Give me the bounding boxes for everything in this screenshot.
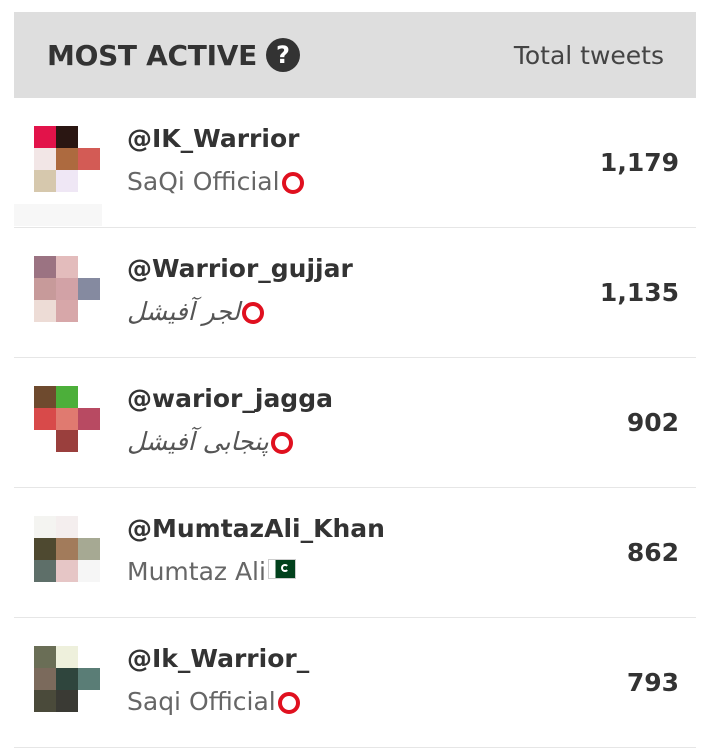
tweet-count: 1,135 [599, 278, 679, 307]
tweet-count: 1,179 [599, 148, 679, 177]
list-item[interactable]: @warior_jagga پنجابی آفیشل 902 [14, 358, 696, 488]
tweet-count: 902 [626, 408, 679, 437]
question-circle-icon[interactable]: ? [265, 38, 300, 72]
red-circle-icon [242, 302, 265, 324]
list-item[interactable]: @Warrior_gujjar لجر آفیشل 1,135 [14, 228, 696, 358]
list-item[interactable]: @MumtazAli_Khan Mumtaz Ali 862 [14, 488, 696, 618]
avatar-shadow [14, 204, 102, 226]
display-name: SaQi Official [127, 164, 304, 200]
display-name: لجر آفیشل [127, 294, 353, 330]
red-circle-icon [277, 692, 300, 714]
display-name-text: SaQi Official [127, 167, 280, 196]
tweet-count: 862 [626, 538, 679, 567]
list-item[interactable]: @IK_Warrior SaQi Official 1,179 [14, 98, 696, 228]
avatar[interactable] [34, 126, 100, 192]
display-name: Saqi Official [127, 684, 309, 720]
user-handle[interactable]: @MumtazAli_Khan [127, 512, 385, 546]
user-handle[interactable]: @Warrior_gujjar [127, 252, 353, 286]
most-active-panel: MOST ACTIVE ? Total tweets @IK_Warrior S… [14, 12, 696, 748]
red-circle-icon [270, 432, 293, 454]
user-names: @IK_Warrior SaQi Official [127, 122, 304, 200]
display-name: Mumtaz Ali [127, 554, 385, 590]
red-circle-icon [281, 172, 304, 194]
display-name: پنجابی آفیشل [127, 424, 333, 460]
user-handle[interactable]: @IK_Warrior [127, 122, 304, 156]
pakistan-flag-icon [267, 559, 296, 579]
panel-header: MOST ACTIVE ? Total tweets [14, 12, 696, 98]
display-name-text: Saqi Official [127, 687, 276, 716]
total-tweets-label: Total tweets [513, 40, 664, 70]
display-name-text: لجر آفیشل [127, 297, 241, 326]
panel-title: MOST ACTIVE [47, 38, 257, 72]
header-left: MOST ACTIVE ? [47, 38, 300, 72]
user-names: @Warrior_gujjar لجر آفیشل [127, 252, 353, 330]
avatar[interactable] [34, 386, 100, 452]
user-names: @Ik_Warrior_ Saqi Official [127, 642, 309, 720]
tweet-count: 793 [626, 668, 679, 697]
avatar[interactable] [34, 256, 100, 322]
user-handle[interactable]: @warior_jagga [127, 382, 333, 416]
display-name-text: پنجابی آفیشل [127, 427, 269, 456]
display-name-text: Mumtaz Ali [127, 557, 266, 586]
user-handle[interactable]: @Ik_Warrior_ [127, 642, 309, 676]
list-item[interactable]: @Ik_Warrior_ Saqi Official 793 [14, 618, 696, 748]
avatar[interactable] [34, 516, 100, 582]
user-names: @MumtazAli_Khan Mumtaz Ali [127, 512, 385, 590]
user-names: @warior_jagga پنجابی آفیشل [127, 382, 333, 460]
avatar[interactable] [34, 646, 100, 712]
